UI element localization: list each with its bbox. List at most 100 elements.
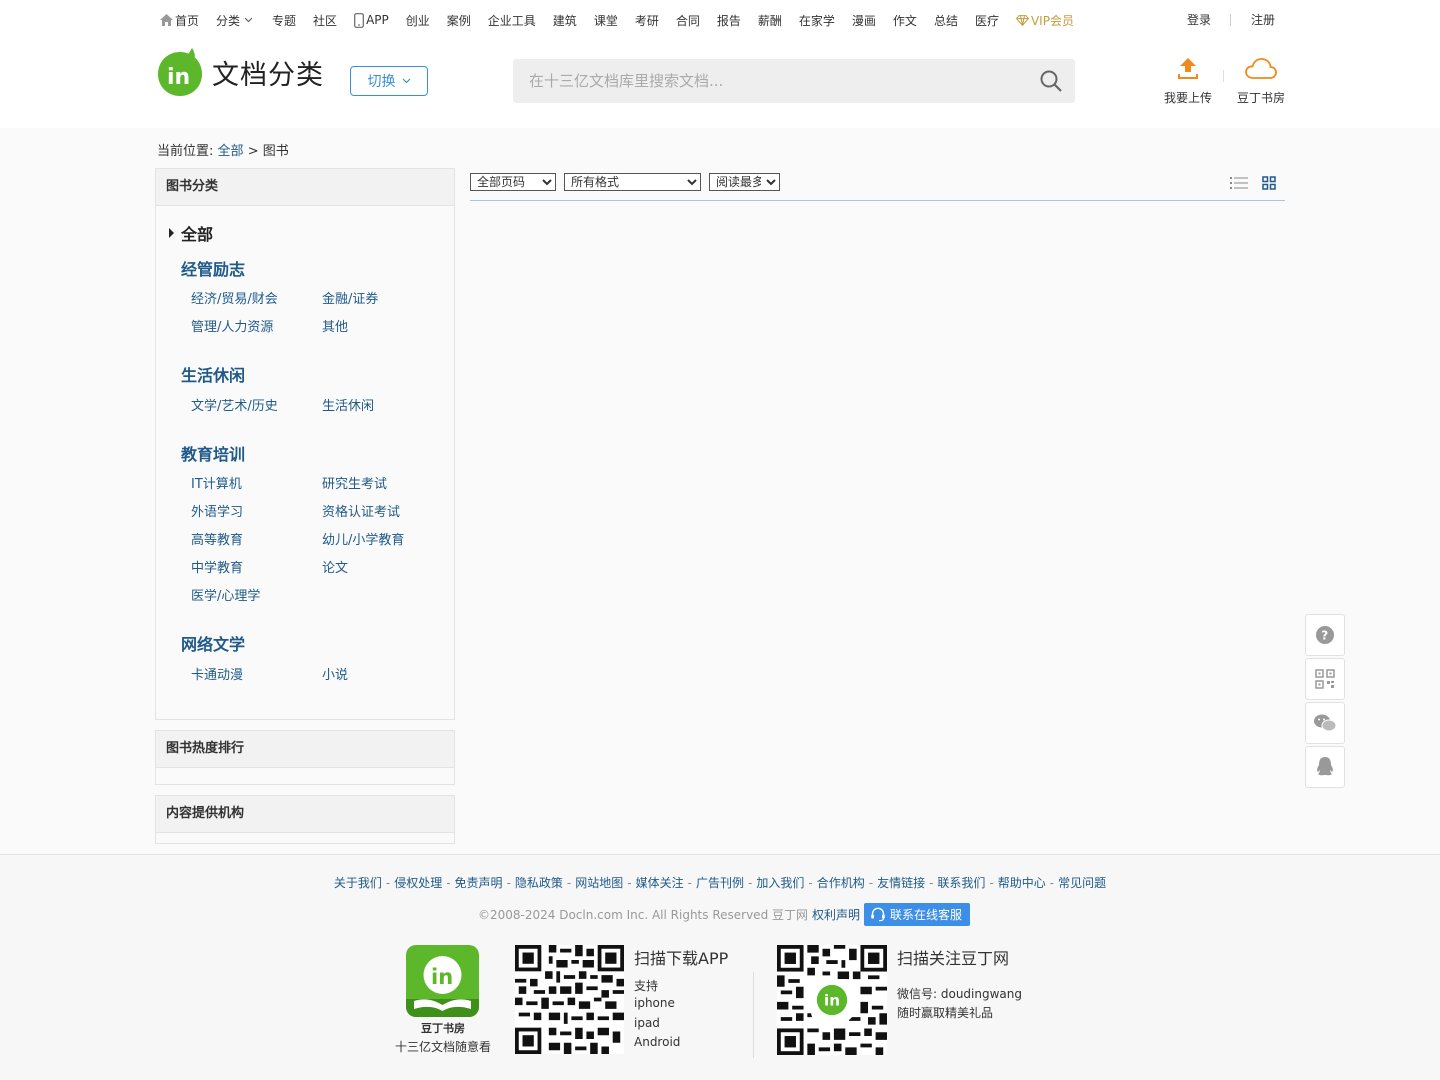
category-group-title[interactable]: 教育培训 [181,441,245,465]
footer-link[interactable]: 帮助中心 [998,876,1046,890]
platform-text: ipad [634,1016,660,1030]
filter-bar: 全部页码 所有格式 阅读最多 [470,173,788,191]
category-item[interactable]: 其他 [322,316,348,335]
divider [1223,70,1224,82]
nav-home[interactable]: 首页 [160,12,199,29]
footer-link[interactable]: 网站地图 [575,876,623,890]
divider [470,200,1285,201]
nav-architecture[interactable]: 建筑 [553,12,577,29]
qrcode-button[interactable] [1305,658,1345,700]
nav-contract[interactable]: 合同 [676,12,700,29]
top-nav: 首页 分类 专题 社区 APP 创业 案例 企业工具 建筑 课堂 考研 合同 报… [160,11,1091,29]
format-select[interactable]: 所有格式 [564,173,701,191]
category-item[interactable]: 经济/贸易/财会 [191,288,278,307]
sort-select[interactable]: 阅读最多 [709,173,780,191]
panel-title: 图书热度排行 [156,731,454,768]
category-item[interactable]: 论文 [322,557,348,576]
nav-enterprise-tools[interactable]: 企业工具 [488,12,536,29]
nav-comic[interactable]: 漫画 [852,12,876,29]
category-item[interactable]: 管理/人力资源 [191,316,273,335]
footer-link[interactable]: 媒体关注 [636,876,684,890]
svg-text:in: in [431,965,453,989]
footer-link[interactable]: 侵权处理 [394,876,442,890]
qq-button[interactable] [1305,746,1345,788]
online-service-button[interactable]: 联系在线客服 [864,903,971,926]
help-button[interactable]: ? [1305,614,1345,656]
switch-button[interactable]: 切换 [350,66,428,96]
category-item[interactable]: 高等教育 [191,529,243,548]
nav-report[interactable]: 报告 [717,12,741,29]
footer-link[interactable]: 加入我们 [756,876,804,890]
login-link[interactable]: 登录 [1187,11,1211,28]
nav-essay[interactable]: 作文 [893,12,917,29]
auth-links: 登录 注册 [1187,11,1275,28]
category-item[interactable]: 研究生考试 [322,473,387,492]
search-input[interactable] [513,59,1023,103]
nav-case[interactable]: 案例 [447,12,471,29]
category-group-title[interactable]: 网络文学 [181,631,245,655]
category-item[interactable]: 生活休闲 [322,395,374,414]
category-group-title[interactable]: 生活休闲 [181,362,245,386]
wechat-button[interactable] [1305,702,1345,744]
site-logo[interactable]: in 文档分类 [156,46,324,98]
category-item[interactable]: 幼儿/小学教育 [322,529,404,548]
nav-community[interactable]: 社区 [313,12,337,29]
nav-salary[interactable]: 薪酬 [758,12,782,29]
nav-app[interactable]: APP [354,12,389,28]
bookroom-button[interactable]: 豆丁书房 [1233,55,1289,106]
rights-link[interactable]: 权利声明 [812,906,860,923]
docin-logo-icon: in [158,48,202,96]
nav-classroom[interactable]: 课堂 [594,12,618,29]
footer-link[interactable]: 关于我们 [334,876,382,890]
category-item[interactable]: 外语学习 [191,501,243,520]
register-link[interactable]: 注册 [1251,11,1275,28]
copyright: ©2008-2024 Docln.com Inc. All Rights Res… [478,903,971,926]
nav-topic[interactable]: 专题 [272,12,296,29]
nav-startup[interactable]: 创业 [406,12,430,29]
question-icon: ? [1316,626,1334,644]
nav-home-study[interactable]: 在家学 [799,12,835,29]
page-count-select[interactable]: 全部页码 [470,173,556,191]
breadcrumb-current: 图书 [262,144,289,159]
top-bar: 首页 分类 专题 社区 APP 创业 案例 企业工具 建筑 课堂 考研 合同 报… [0,0,1440,128]
nav-medical[interactable]: 医疗 [975,12,999,29]
nav-vip[interactable]: VIP会员 [1015,12,1074,29]
category-all[interactable]: 全部 [169,221,213,245]
category-item[interactable]: 医学/心理学 [191,585,260,604]
category-item[interactable]: 小说 [322,664,348,683]
upload-button[interactable]: 我要上传 [1160,55,1216,106]
breadcrumb: 当前位置: 全部 > 图书 [157,144,289,159]
panel-title: 内容提供机构 [156,796,454,833]
category-item[interactable]: IT计算机 [191,473,242,492]
search-icon[interactable] [1039,69,1063,93]
footer-link[interactable]: 友情链接 [877,876,925,890]
footer-link[interactable]: 免责声明 [455,876,503,890]
phone-icon [354,12,364,28]
category-item[interactable]: 金融/证券 [322,288,378,307]
footer-link[interactable]: 广告刊例 [696,876,744,890]
nav-category[interactable]: 分类 [216,12,255,29]
app-download-qrcode [515,945,624,1054]
qrcode-title: 扫描下载APP [634,949,729,968]
qq-icon [1317,757,1333,776]
wechat-icon [1314,714,1337,732]
chevron-down-icon [244,17,253,23]
category-item[interactable]: 文学/艺术/历史 [191,395,278,414]
nav-summary[interactable]: 总结 [934,12,958,29]
support-text: 支持 [634,979,659,993]
category-item[interactable]: 卡通动漫 [191,664,243,683]
category-item[interactable]: 资格认证考试 [322,501,400,520]
footer-link[interactable]: 联系我们 [937,876,985,890]
breadcrumb-all[interactable]: 全部 [218,144,244,159]
category-group-title[interactable]: 经管励志 [181,256,245,280]
nav-postgrad[interactable]: 考研 [635,12,659,29]
svg-text:in: in [824,992,840,1010]
qrcode-icon [1315,669,1335,689]
search-box [513,59,1075,103]
footer-link[interactable]: 常见问题 [1058,876,1106,890]
list-view-icon[interactable] [1230,176,1248,193]
footer-link[interactable]: 隐私政策 [515,876,563,890]
category-item[interactable]: 中学教育 [191,557,243,576]
grid-view-icon[interactable] [1262,176,1276,193]
footer-link[interactable]: 合作机构 [817,876,865,890]
